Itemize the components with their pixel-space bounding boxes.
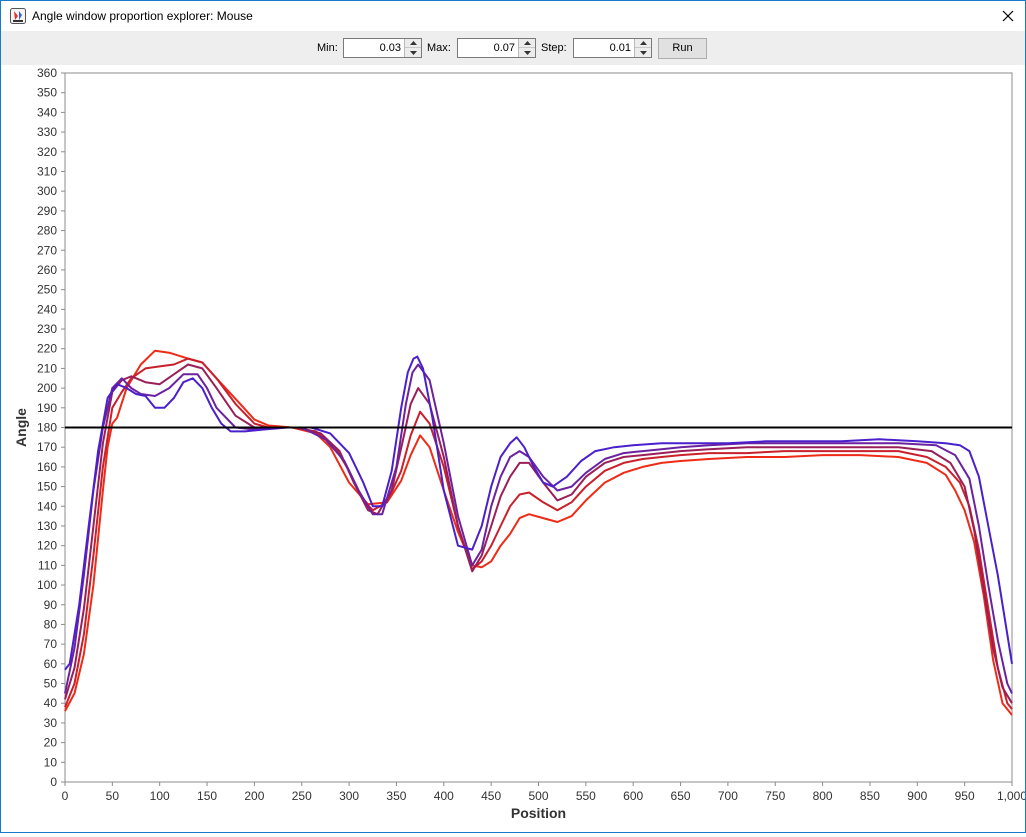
x-tick-label: 800 (813, 789, 833, 803)
max-label: Max: (427, 42, 451, 54)
series-line-0-06 (64, 363, 1013, 694)
y-tick-label: 290 (37, 204, 57, 218)
y-tick-label: 260 (37, 263, 57, 277)
y-tick-label: 320 (37, 145, 57, 159)
x-axis-label: Position (511, 805, 566, 821)
java-app-icon (10, 8, 26, 24)
x-tick-label: 0 (62, 789, 69, 803)
x-tick-label: 200 (244, 789, 264, 803)
max-spinner[interactable] (457, 38, 536, 58)
controls-toolbar: Min: Max: St (1, 31, 1025, 65)
y-tick-label: 190 (37, 401, 57, 415)
step-increment-button[interactable] (635, 39, 651, 48)
max-spinner-arrows (518, 39, 535, 57)
y-tick-label: 180 (37, 421, 57, 435)
max-input[interactable] (465, 42, 515, 54)
y-tick-label: 50 (44, 677, 58, 691)
series-line-0-05 (64, 363, 1013, 704)
step-label: Step: (541, 42, 567, 54)
app-window: Angle window proportion explorer: Mouse … (0, 0, 1026, 833)
close-icon (1002, 10, 1014, 22)
arrow-up-icon (639, 41, 647, 45)
y-axis-label: Angle (13, 408, 29, 447)
x-tick-label: 450 (481, 789, 501, 803)
max-decrement-button[interactable] (519, 48, 535, 57)
x-tick-label: 700 (718, 789, 738, 803)
y-tick-label: 240 (37, 302, 57, 316)
y-tick-label: 280 (37, 224, 57, 238)
series-line-0-04 (64, 357, 1013, 710)
y-tick-label: 130 (37, 519, 57, 533)
arrow-up-icon (409, 41, 417, 45)
x-tick-label: 400 (434, 789, 454, 803)
title-bar[interactable]: Angle window proportion explorer: Mouse (1, 1, 1025, 31)
y-tick-label: 30 (44, 716, 58, 730)
y-tick-label: 230 (37, 322, 57, 336)
y-tick-label: 150 (37, 480, 57, 494)
y-tick-label: 300 (37, 184, 57, 198)
x-tick-label: 1,000 (997, 789, 1025, 803)
angle-chart: 0 10 20 30 40 50 60 70 80 90 100 110 120 130 140 150 160… (13, 66, 1026, 821)
max-increment-button[interactable] (519, 39, 535, 48)
step-spinner-arrows (634, 39, 651, 57)
window-title: Angle window proportion explorer: Mouse (32, 9, 253, 23)
x-tick-label: 950 (955, 789, 975, 803)
step-decrement-button[interactable] (635, 48, 651, 57)
min-spinner-arrows (404, 39, 421, 57)
arrow-down-icon (639, 50, 647, 55)
x-tick-label: 750 (765, 789, 785, 803)
y-tick-label: 140 (37, 499, 57, 513)
min-decrement-button[interactable] (405, 48, 421, 57)
y-tick-label: 270 (37, 243, 57, 257)
y-tick-label: 160 (37, 460, 57, 474)
y-tick-label: 310 (37, 164, 57, 178)
y-tick-label: 120 (37, 539, 57, 553)
x-tick-label: 50 (106, 789, 120, 803)
step-spinner[interactable] (573, 38, 652, 58)
y-tick-label: 250 (37, 283, 57, 297)
x-tick-label: 850 (860, 789, 880, 803)
plot-panel: 0 10 20 30 40 50 60 70 80 90 100 110 120 130 140 150 160… (1, 65, 1026, 832)
min-label: Min: (317, 42, 338, 54)
min-input[interactable] (351, 42, 401, 54)
series-line-0-03 (64, 349, 1013, 716)
min-increment-button[interactable] (405, 39, 421, 48)
y-tick-label: 10 (44, 755, 58, 769)
arrow-down-icon (523, 50, 531, 55)
y-tick-label: 20 (44, 736, 58, 750)
x-tick-label: 250 (292, 789, 312, 803)
close-button[interactable] (991, 1, 1025, 31)
y-tick-label: 210 (37, 361, 57, 375)
y-tick-label: 40 (44, 696, 58, 710)
arrow-up-icon (523, 41, 531, 45)
y-tick-label: 100 (37, 578, 57, 592)
y-tick-label: 350 (37, 86, 57, 100)
step-input[interactable] (581, 42, 631, 54)
x-tick-label: 650 (671, 789, 691, 803)
x-tick-label: 500 (528, 789, 548, 803)
x-tick-label: 550 (576, 789, 596, 803)
x-tick-label: 150 (197, 789, 217, 803)
y-tick-label: 0 (50, 775, 57, 789)
x-tick-label: 600 (623, 789, 643, 803)
y-tick-label: 60 (44, 657, 58, 671)
y-tick-label: 220 (37, 342, 57, 356)
y-tick-label: 340 (37, 105, 57, 119)
arrow-down-icon (409, 50, 417, 55)
x-tick-label: 300 (339, 789, 359, 803)
y-tick-label: 330 (37, 125, 57, 139)
run-button[interactable]: Run (658, 38, 707, 59)
x-tick-label: 350 (386, 789, 406, 803)
y-tick-label: 110 (38, 558, 57, 572)
series-line-0-07 (64, 355, 1013, 671)
x-tick-label: 900 (907, 789, 927, 803)
y-tick-label: 200 (37, 381, 57, 395)
y-tick-label: 360 (37, 66, 57, 80)
y-tick-label: 70 (44, 637, 58, 651)
y-tick-label: 90 (44, 598, 58, 612)
min-spinner[interactable] (343, 38, 422, 58)
y-tick-label: 80 (44, 617, 58, 631)
y-tick-label: 170 (37, 440, 57, 454)
x-tick-label: 100 (150, 789, 170, 803)
